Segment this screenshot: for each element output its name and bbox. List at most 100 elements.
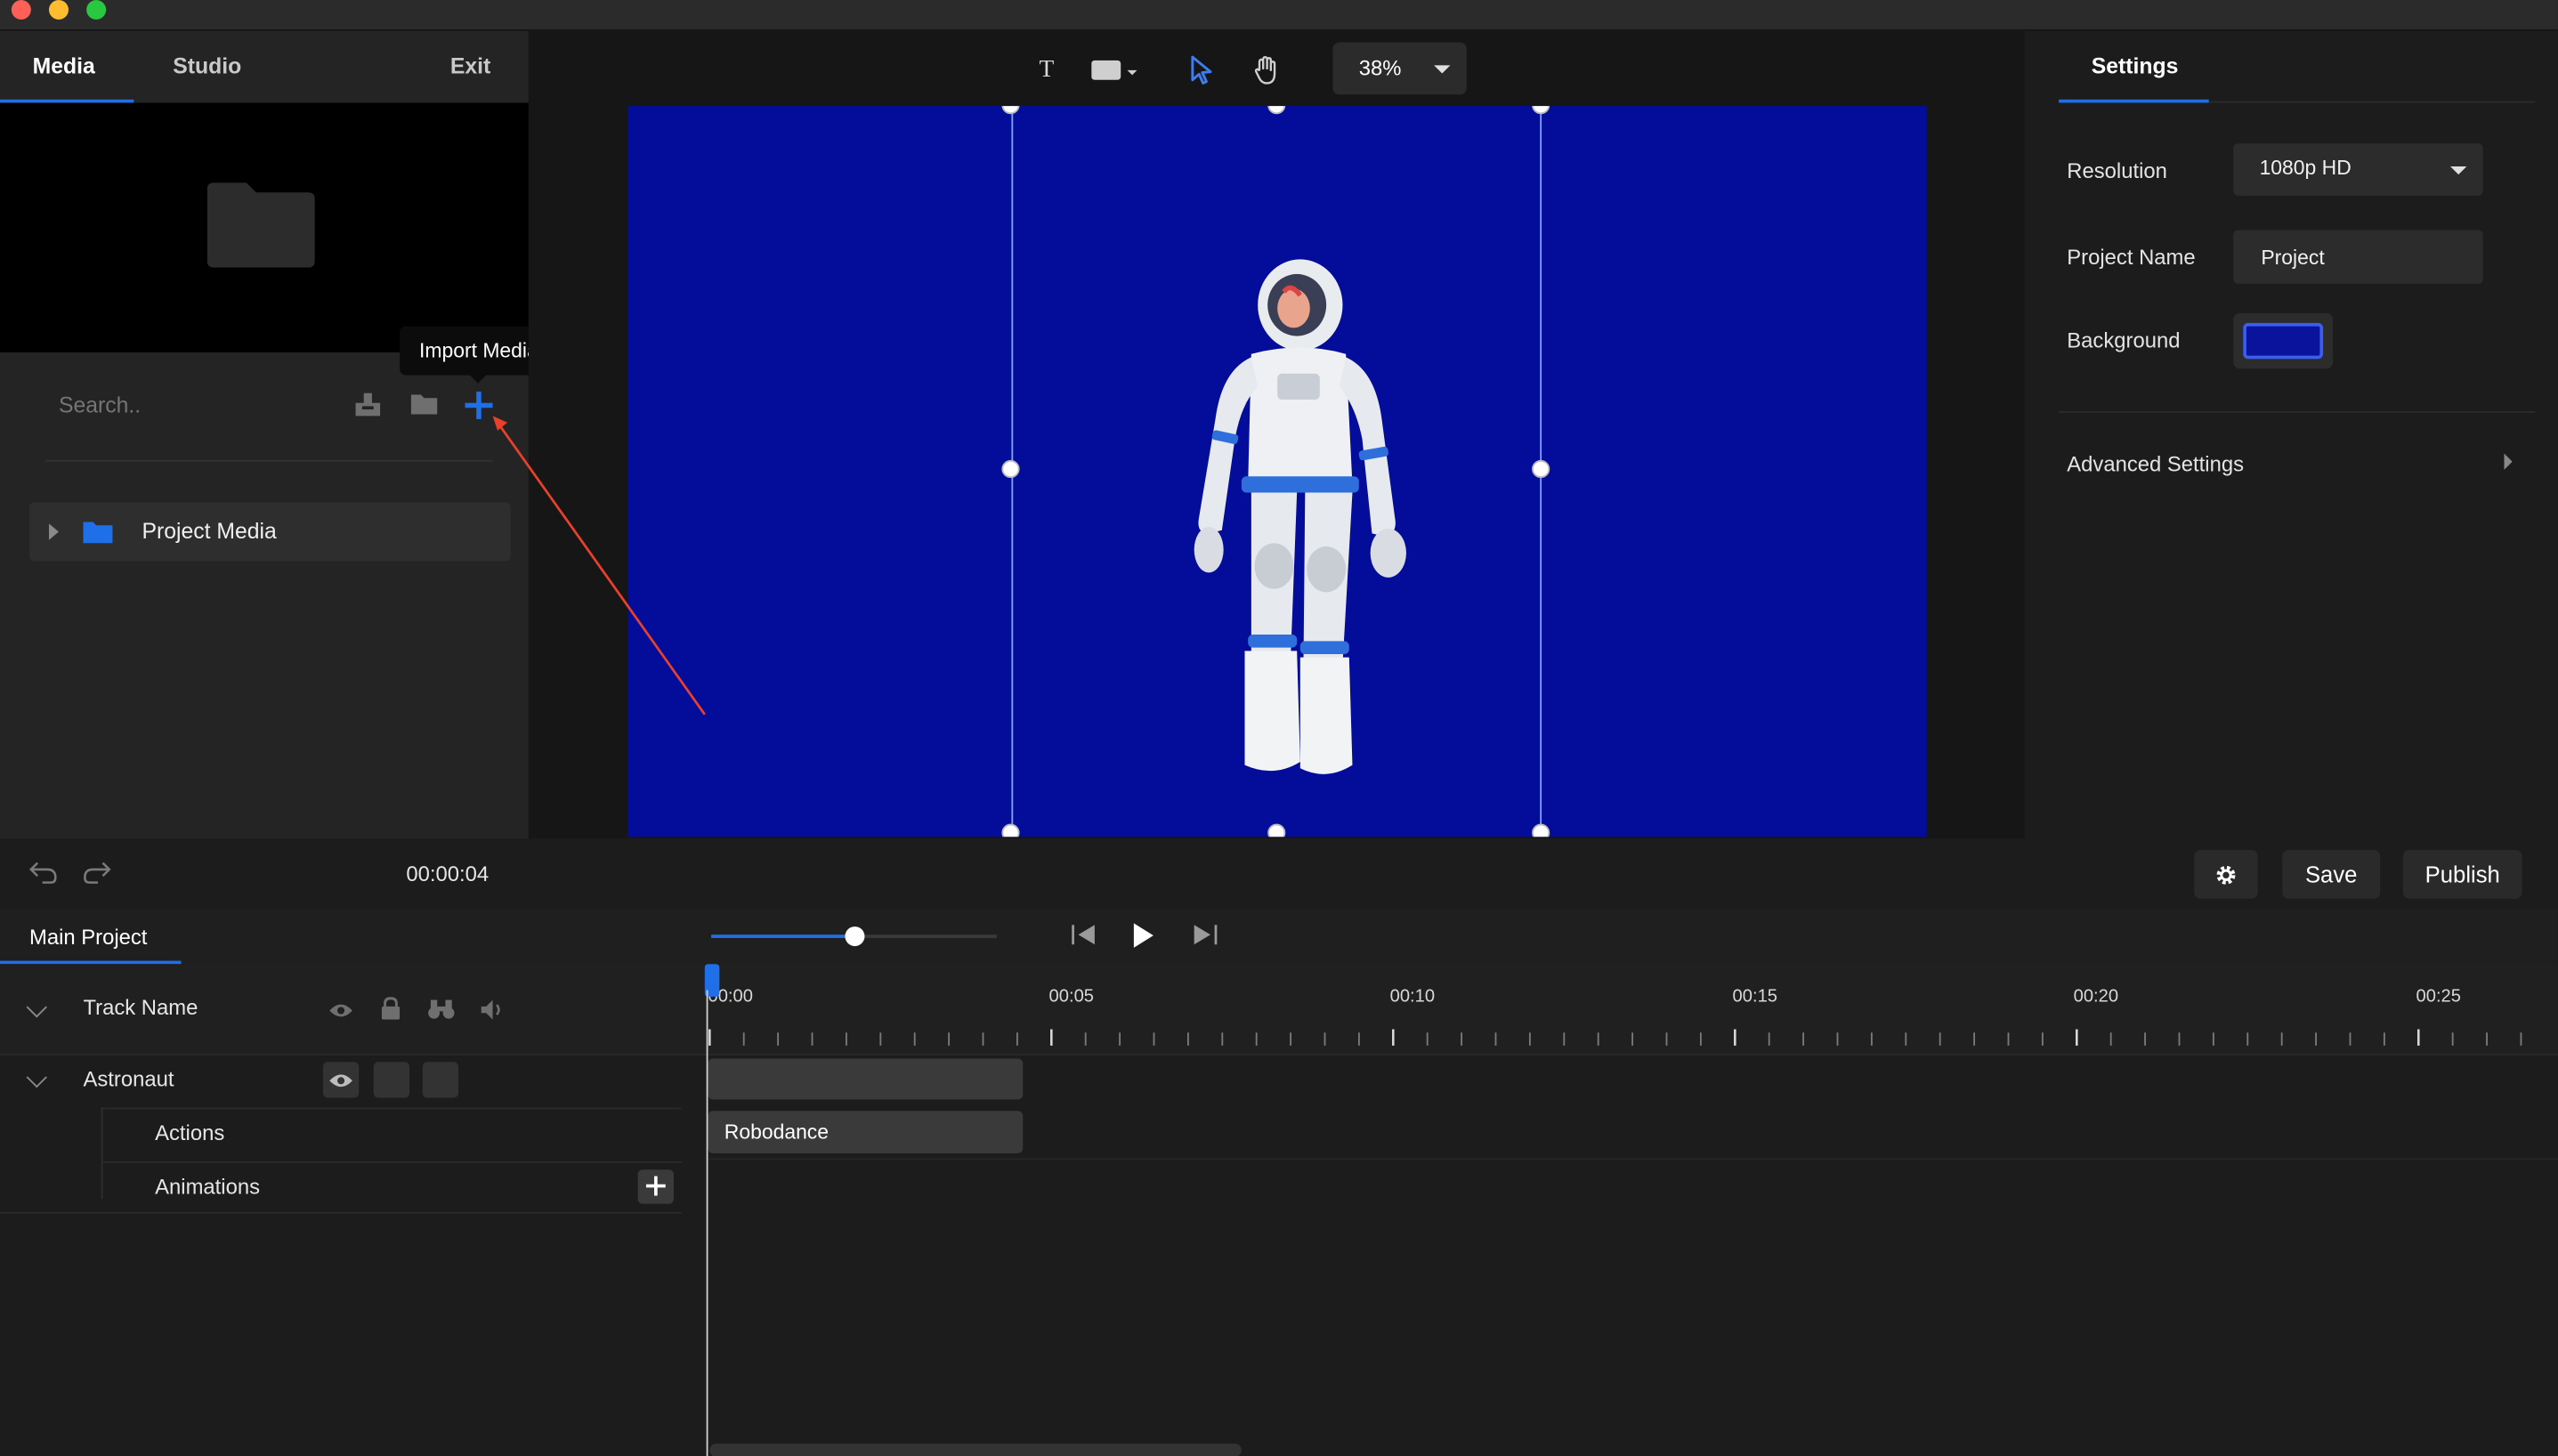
resolution-label: Resolution bbox=[2067, 158, 2167, 183]
close-window-button[interactable] bbox=[11, 0, 31, 20]
resize-handle[interactable] bbox=[1001, 823, 1020, 837]
select-tool-icon[interactable] bbox=[1189, 55, 1215, 85]
project-media-label: Project Media bbox=[142, 518, 277, 544]
window-titlebar bbox=[0, 0, 2558, 31]
background-color-swatch bbox=[2243, 322, 2324, 360]
playhead-line bbox=[706, 990, 708, 1456]
current-time: 00:00:04 bbox=[406, 861, 490, 886]
minimize-window-button[interactable] bbox=[48, 0, 69, 20]
search-input[interactable] bbox=[45, 383, 323, 426]
shape-tool-icon[interactable] bbox=[1091, 59, 1144, 82]
search-divider bbox=[45, 459, 493, 462]
folder-placeholder-icon bbox=[206, 182, 315, 268]
row-divider bbox=[101, 1161, 683, 1163]
preview-scrubber[interactable] bbox=[711, 926, 997, 947]
timeline-scrollbar[interactable] bbox=[709, 1444, 1242, 1456]
tab-divider bbox=[2208, 101, 2536, 103]
skip-forward-icon[interactable] bbox=[1193, 923, 1218, 946]
tree-guide bbox=[101, 1107, 103, 1200]
background-color-picker[interactable] bbox=[2233, 312, 2334, 369]
track-name-animations[interactable]: Animations bbox=[155, 1175, 260, 1199]
track-name-astronaut[interactable]: Astronaut bbox=[83, 1067, 174, 1091]
maximize-window-button[interactable] bbox=[86, 0, 107, 20]
eye-icon bbox=[329, 1074, 352, 1088]
tab-main-project[interactable]: Main Project bbox=[29, 925, 147, 949]
row-divider bbox=[708, 1158, 2558, 1161]
settings-button[interactable] bbox=[2194, 849, 2258, 899]
ruler-label: 00:10 bbox=[1389, 986, 1436, 1007]
ruler-label: 00:05 bbox=[1048, 986, 1095, 1007]
tab-studio[interactable]: Studio bbox=[173, 53, 241, 77]
project-name-field[interactable]: Project bbox=[2233, 230, 2483, 284]
skip-back-icon[interactable] bbox=[1070, 923, 1096, 946]
background-label: Background bbox=[2067, 328, 2181, 352]
plus-icon[interactable] bbox=[465, 391, 493, 420]
ruler-label: 00:25 bbox=[2416, 986, 2461, 1007]
row-divider bbox=[101, 1107, 683, 1110]
scene-canvas[interactable] bbox=[627, 106, 1927, 837]
track-name-actions[interactable]: Actions bbox=[155, 1120, 224, 1145]
track-lock-toggle[interactable] bbox=[373, 1062, 410, 1098]
scrubber-fill bbox=[711, 934, 854, 938]
timeline-panel: Main Project Track Name 00:00 00:05 00:1… bbox=[0, 908, 2558, 1456]
timeline-tab-bar bbox=[0, 908, 2558, 965]
row-divider bbox=[0, 1211, 683, 1214]
tab-media[interactable]: Media bbox=[33, 53, 95, 77]
exit-button[interactable]: Exit bbox=[450, 53, 490, 77]
publish-button[interactable]: Publish bbox=[2402, 849, 2522, 899]
play-icon[interactable] bbox=[1132, 922, 1155, 950]
folder-icon[interactable] bbox=[409, 393, 439, 417]
time-ruler[interactable] bbox=[707, 964, 2526, 1056]
text-tool-icon[interactable]: T bbox=[1040, 57, 1055, 85]
plus-icon bbox=[645, 1176, 666, 1196]
track-name-header: Track Name bbox=[83, 995, 198, 1020]
settings-panel: Settings Resolution 1080p HD Project Nam… bbox=[2024, 30, 2558, 839]
ruler-label: 00:20 bbox=[2073, 986, 2119, 1007]
eye-icon[interactable] bbox=[328, 1001, 353, 1019]
track-solo-toggle[interactable] bbox=[422, 1062, 459, 1098]
inbox-icon[interactable] bbox=[354, 392, 382, 417]
project-name-value: Project bbox=[2261, 246, 2325, 270]
tooltip-text: Import Media bbox=[419, 339, 538, 362]
chevron-right-icon[interactable] bbox=[2504, 453, 2513, 470]
zoom-select[interactable]: 38% bbox=[1332, 42, 1467, 95]
tooltip-arrow bbox=[468, 373, 489, 384]
folder-icon bbox=[83, 522, 113, 544]
row-divider bbox=[0, 1054, 2558, 1056]
tab-settings[interactable]: Settings bbox=[2092, 53, 2179, 77]
resize-handle[interactable] bbox=[1532, 823, 1550, 837]
zoom-value: 38% bbox=[1358, 55, 1402, 80]
resize-handle[interactable] bbox=[1267, 823, 1286, 837]
redo-icon[interactable] bbox=[82, 858, 111, 884]
binoculars-icon[interactable] bbox=[427, 999, 455, 1020]
clip-label: Robodance bbox=[724, 1120, 830, 1144]
track-visibility-toggle[interactable] bbox=[322, 1062, 360, 1098]
ruler-label: 00:15 bbox=[1732, 986, 1778, 1007]
robodance-clip[interactable]: Robodance bbox=[708, 1111, 1024, 1153]
add-animation-button[interactable] bbox=[637, 1169, 674, 1204]
expand-arrow-icon[interactable] bbox=[48, 523, 59, 540]
save-button[interactable]: Save bbox=[2282, 849, 2381, 899]
advanced-settings-label[interactable]: Advanced Settings bbox=[2067, 452, 2244, 476]
resolution-value: 1080p HD bbox=[2259, 156, 2352, 180]
hand-tool-icon[interactable] bbox=[1253, 55, 1279, 85]
astronaut-clip[interactable] bbox=[708, 1058, 1024, 1100]
collapse-track-icon[interactable] bbox=[26, 1066, 47, 1088]
resolution-select[interactable]: 1080p HD bbox=[2233, 143, 2483, 196]
chevron-down-icon bbox=[1434, 65, 1451, 74]
astronaut-character[interactable] bbox=[1150, 256, 1428, 787]
media-preview bbox=[0, 102, 529, 352]
undo-icon[interactable] bbox=[29, 858, 59, 884]
volume-icon[interactable] bbox=[480, 999, 506, 1022]
tab-settings-underline bbox=[2059, 99, 2209, 103]
resize-handle[interactable] bbox=[1001, 459, 1020, 479]
chevron-down-icon bbox=[2450, 166, 2467, 175]
project-media-folder[interactable]: Project Media bbox=[28, 502, 511, 562]
scrubber-knob[interactable] bbox=[844, 926, 864, 947]
lock-icon[interactable] bbox=[380, 997, 401, 1020]
project-name-label: Project Name bbox=[2067, 244, 2196, 270]
media-panel: Media Studio Exit Import Media Search.. … bbox=[0, 30, 558, 839]
control-bar: 00:00:04 Save Publish bbox=[0, 838, 2558, 909]
gear-icon bbox=[2216, 865, 2236, 885]
resize-handle[interactable] bbox=[1532, 459, 1550, 479]
